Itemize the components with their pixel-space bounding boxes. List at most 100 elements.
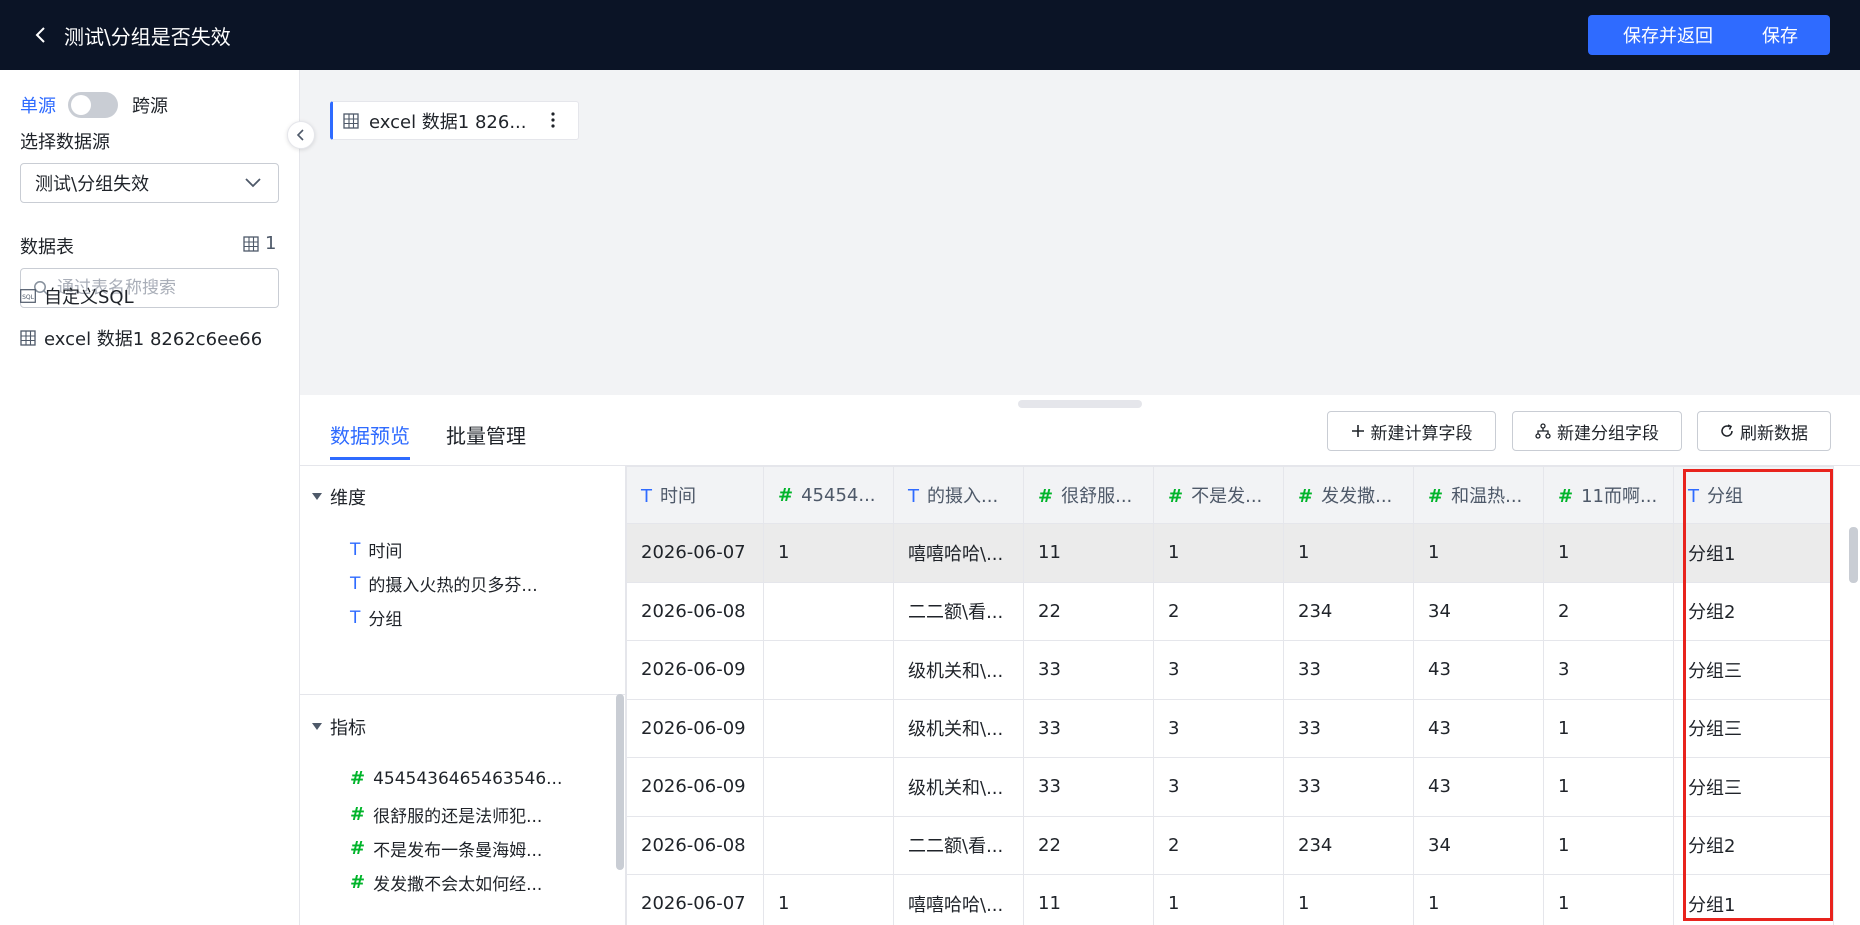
collapse-sidebar-button[interactable] — [287, 121, 315, 149]
table-cell: 嘻嘻哈哈\... — [893, 523, 1024, 583]
table-scrollbar[interactable] — [1849, 527, 1858, 583]
measure-group-header[interactable]: 指标 — [312, 714, 366, 740]
sidebar-item-custom-sql[interactable]: SQL 自定义SQL — [20, 283, 134, 309]
measure-field[interactable]: # 不是发布一条曼海姆... — [350, 836, 542, 861]
table-cell: 1 — [1413, 523, 1544, 583]
more-vertical-icon[interactable] — [550, 111, 556, 129]
table-row[interactable]: 2026-06-07 1 嘻嘻哈哈\... 11 1 1 1 1 分组1 — [626, 523, 1834, 583]
table-row[interactable]: 2026-06-08 二二额\看... 22 2 234 34 2 分组2 — [626, 581, 1834, 641]
panel-resize-handle[interactable] — [1018, 400, 1142, 408]
column-header-label: 的摄入... — [927, 486, 999, 507]
new-calc-field-button[interactable]: 新建计算字段 — [1327, 411, 1496, 451]
table-row[interactable]: 2026-06-08 二二额\看... 22 2 234 34 1 分组2 — [626, 815, 1834, 875]
table-cell: 2 — [1543, 581, 1674, 641]
table-cell — [763, 757, 894, 817]
table-card-label: excel 数据1 826... — [369, 111, 527, 133]
table-header-row: T 时间 #45454... T 的摄入... # 很舒服... # 不是发... # 发发撒...… — [626, 466, 1834, 524]
table-cell: 二二额\看... — [893, 815, 1024, 875]
table-cell: 33 — [1023, 698, 1154, 758]
table-cell: 2026-06-08 — [626, 815, 764, 875]
table-cell: 33 — [1283, 640, 1414, 700]
source-mode-switch-row: 单源 跨源 — [20, 92, 168, 118]
svg-text:SQL: SQL — [22, 294, 35, 301]
column-header[interactable]: # 发发撒... — [1283, 466, 1414, 524]
measure-field[interactable]: #4545436465463546... — [350, 768, 562, 789]
column-header[interactable]: # 很舒服... — [1023, 466, 1154, 524]
table-cell: 1 — [1543, 874, 1674, 925]
column-header-label: 分组 — [1707, 486, 1743, 507]
table-cell: 2026-06-09 — [626, 640, 764, 700]
table-cell: 1 — [1543, 523, 1674, 583]
refresh-data-label: 刷新数据 — [1740, 423, 1808, 444]
table-cell — [763, 640, 894, 700]
table-cell: 11 — [1023, 523, 1154, 583]
save-button[interactable]: 保存 — [1730, 15, 1830, 55]
table-cell: 2026-06-07 — [626, 874, 764, 925]
dimension-group-header[interactable]: 维度 — [312, 484, 366, 510]
top-bar: 测试\分组是否失效 保存并返回 保存 — [0, 0, 1860, 70]
table-cell: 2026-06-07 — [626, 523, 764, 583]
back-arrow-icon[interactable] — [30, 25, 50, 45]
column-header[interactable]: # 不是发... — [1153, 466, 1284, 524]
table-row[interactable]: 2026-06-09 级机关和\... 33 3 33 43 1 分组三 — [626, 698, 1834, 758]
table-cell: 33 — [1283, 698, 1414, 758]
table-cell: 分组1 — [1673, 874, 1834, 925]
column-header[interactable]: #45454... — [763, 466, 894, 524]
table-cell: 234 — [1283, 815, 1414, 875]
datasource-label: 选择数据源 — [20, 132, 110, 153]
column-header[interactable]: T 的摄入... — [893, 466, 1024, 524]
save-and-return-button[interactable]: 保存并返回 — [1588, 15, 1748, 55]
field-label: 时间 — [368, 542, 403, 562]
measure-field[interactable]: # 发发撒不会太如何经... — [350, 870, 542, 895]
tab-batch-manage[interactable]: 批量管理 — [446, 420, 526, 460]
column-header[interactable]: T 时间 — [626, 466, 764, 524]
table-cell: 1 — [1543, 698, 1674, 758]
plus-icon — [1351, 425, 1364, 437]
dimension-group-title: 维度 — [330, 488, 366, 509]
source-mode-toggle[interactable] — [68, 92, 118, 118]
field-label: 发发撒不会太如何经... — [373, 875, 543, 895]
column-header[interactable]: #11而啊... — [1543, 466, 1674, 524]
column-header[interactable]: T 分组 — [1673, 466, 1834, 524]
table-row[interactable]: 2026-06-09 级机关和\... 33 3 33 43 3 分组三 — [626, 640, 1834, 700]
table-cell: 级机关和\... — [893, 698, 1024, 758]
table-row[interactable]: 2026-06-07 1 嘻嘻哈哈\... 11 1 1 1 1 分组1 — [626, 874, 1834, 925]
field-label: 分组 — [368, 610, 403, 630]
measure-field[interactable]: # 很舒服的还是法师犯... — [350, 802, 542, 827]
table-cell: 1 — [1543, 757, 1674, 817]
single-source-label: 单源 — [20, 96, 56, 117]
field-panel-scrollbar[interactable] — [616, 694, 624, 870]
new-calc-field-label: 新建计算字段 — [1370, 423, 1473, 444]
refresh-icon — [1721, 424, 1733, 437]
column-header[interactable]: # 和温热... — [1413, 466, 1544, 524]
datasource-select[interactable]: 测试\分组失效 — [20, 163, 279, 203]
tables-label: 数据表 — [20, 237, 74, 258]
table-icon — [20, 330, 36, 346]
table-cell: 33 — [1023, 640, 1154, 700]
number-type-icon: # — [350, 768, 366, 789]
number-type-icon: # — [1168, 486, 1184, 507]
preview-tabs: 数据预览 批量管理 — [330, 420, 526, 460]
table-cell: 43 — [1413, 640, 1544, 700]
datasource-select-value: 测试\分组失效 — [35, 174, 150, 195]
number-type-icon: # — [1038, 486, 1054, 507]
table-cell: 2 — [1153, 581, 1284, 641]
dimension-field[interactable]: T 时间 — [350, 537, 403, 563]
number-type-icon: # — [1428, 486, 1444, 507]
number-type-icon: # — [350, 838, 366, 859]
dimension-field[interactable]: T 的摄入火热的贝多芬... — [350, 571, 538, 597]
refresh-data-button[interactable]: 刷新数据 — [1697, 411, 1831, 451]
panel-divider — [300, 694, 626, 695]
table-cell: 1 — [763, 523, 894, 583]
table-cell: 1 — [1413, 874, 1544, 925]
table-cell: 234 — [1283, 581, 1414, 641]
table-cell: 2 — [1153, 815, 1284, 875]
tab-data-preview[interactable]: 数据预览 — [330, 420, 410, 460]
table-cell: 分组三 — [1673, 698, 1834, 758]
sidebar-item-excel-table[interactable]: excel 数据1 8262c6ee66 — [20, 325, 262, 351]
table-row[interactable]: 2026-06-09 级机关和\... 33 3 33 43 1 分组三 — [626, 757, 1834, 817]
model-canvas[interactable]: excel 数据1 826... — [300, 70, 1860, 395]
canvas-table-card[interactable]: excel 数据1 826... — [330, 101, 579, 140]
new-group-field-button[interactable]: 新建分组字段 — [1512, 411, 1682, 451]
dimension-field[interactable]: T 分组 — [350, 605, 403, 631]
